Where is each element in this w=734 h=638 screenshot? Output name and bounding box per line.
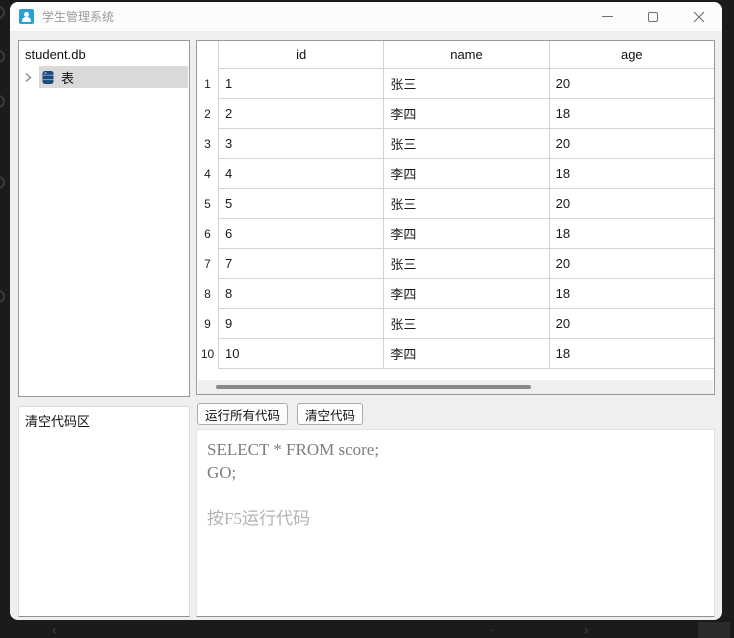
desktop-icon-fragment bbox=[0, 290, 5, 303]
cell-id[interactable]: 10 bbox=[218, 339, 383, 369]
cell-name[interactable]: 张三 bbox=[383, 69, 548, 99]
column-header-age[interactable]: age bbox=[549, 41, 714, 69]
minimize-icon bbox=[602, 16, 613, 17]
close-icon bbox=[693, 11, 705, 23]
cell-name[interactable]: 张三 bbox=[383, 189, 548, 219]
table-rows: 11张三2022李四1833张三2044李四1855张三2066李四1877张三… bbox=[197, 69, 714, 369]
desktop-icon-fragment bbox=[0, 6, 5, 19]
column-header-name[interactable]: name bbox=[383, 41, 548, 69]
cell-id[interactable]: 4 bbox=[218, 159, 383, 189]
clear-code-button[interactable]: 清空代码 bbox=[297, 403, 363, 425]
run-all-code-button[interactable]: 运行所有代码 bbox=[197, 403, 288, 425]
database-tree-panel: student.db 表 bbox=[18, 40, 190, 397]
desktop-icon-fragment bbox=[0, 176, 5, 189]
row-number[interactable]: 4 bbox=[197, 159, 218, 189]
row-number[interactable]: 2 bbox=[197, 99, 218, 129]
title-bar: 学生管理系统 bbox=[10, 2, 722, 32]
taskbar-icon-fragment: · bbox=[490, 623, 494, 636]
cell-age[interactable]: 20 bbox=[549, 189, 714, 219]
code-toolbar: 运行所有代码 清空代码 bbox=[197, 403, 363, 425]
row-number[interactable]: 9 bbox=[197, 309, 218, 339]
cell-name[interactable]: 李四 bbox=[383, 159, 548, 189]
desktop-icon-fragment bbox=[0, 50, 5, 63]
table-row[interactable]: 33张三20 bbox=[197, 129, 714, 159]
close-button[interactable] bbox=[676, 2, 722, 32]
maximize-icon bbox=[648, 12, 658, 22]
cell-id[interactable]: 2 bbox=[218, 99, 383, 129]
table-row[interactable]: 99张三20 bbox=[197, 309, 714, 339]
cell-name[interactable]: 张三 bbox=[383, 309, 548, 339]
message-panel[interactable]: 清空代码区 bbox=[18, 406, 190, 617]
code-line: GO; bbox=[207, 461, 704, 484]
table-row[interactable]: 66李四18 bbox=[197, 219, 714, 249]
window-title: 学生管理系统 bbox=[42, 8, 114, 25]
minimize-button[interactable] bbox=[584, 2, 630, 32]
column-header-id[interactable]: id bbox=[218, 41, 383, 69]
taskbar-icon-fragment bbox=[698, 622, 730, 638]
table-row[interactable]: 44李四18 bbox=[197, 159, 714, 189]
cell-id[interactable]: 3 bbox=[218, 129, 383, 159]
cell-id[interactable]: 9 bbox=[218, 309, 383, 339]
row-number[interactable]: 10 bbox=[197, 339, 218, 369]
result-table: id name age 11张三2022李四1833张三2044李四1855张三… bbox=[196, 40, 715, 395]
cell-age[interactable]: 18 bbox=[549, 159, 714, 189]
code-line: SELECT * FROM score; bbox=[207, 438, 704, 461]
cell-name[interactable]: 李四 bbox=[383, 219, 548, 249]
cell-age[interactable]: 18 bbox=[549, 339, 714, 369]
editor-hint-text: 按F5运行代码 bbox=[207, 507, 704, 530]
table-row[interactable]: 1010李四18 bbox=[197, 339, 714, 369]
cell-age[interactable]: 20 bbox=[549, 129, 714, 159]
code-editor[interactable]: SELECT * FROM score; GO; 按F5运行代码 bbox=[196, 429, 715, 617]
table-header-row: id name age bbox=[197, 41, 714, 69]
message-panel-label: 清空代码区 bbox=[19, 407, 189, 430]
table-row[interactable]: 55张三20 bbox=[197, 189, 714, 219]
table-row[interactable]: 22李四18 bbox=[197, 99, 714, 129]
cell-name[interactable]: 张三 bbox=[383, 249, 548, 279]
maximize-button[interactable] bbox=[630, 2, 676, 32]
row-number[interactable]: 5 bbox=[197, 189, 218, 219]
tree-item-label: 表 bbox=[61, 68, 74, 87]
cell-id[interactable]: 1 bbox=[218, 69, 383, 99]
desktop-icon-fragment bbox=[0, 95, 5, 108]
cell-age[interactable]: 20 bbox=[549, 249, 714, 279]
database-name: student.db bbox=[19, 41, 189, 66]
cell-id[interactable]: 7 bbox=[218, 249, 383, 279]
table-row[interactable]: 77张三20 bbox=[197, 249, 714, 279]
chevron-right-icon[interactable] bbox=[19, 72, 37, 83]
scrollbar-thumb[interactable] bbox=[216, 385, 531, 389]
app-window: 学生管理系统 student.db 表 bbox=[10, 2, 722, 620]
taskbar-icon-fragment: › bbox=[584, 623, 588, 636]
taskbar-icon-fragment: ‹ bbox=[52, 623, 56, 636]
cell-id[interactable]: 8 bbox=[218, 279, 383, 309]
tree-item-tables[interactable]: 表 bbox=[19, 66, 189, 88]
cell-id[interactable]: 6 bbox=[218, 219, 383, 249]
table-row[interactable]: 11张三20 bbox=[197, 69, 714, 99]
row-number[interactable]: 6 bbox=[197, 219, 218, 249]
cell-name[interactable]: 李四 bbox=[383, 339, 548, 369]
header-corner bbox=[197, 41, 218, 69]
app-icon bbox=[19, 9, 34, 24]
cell-age[interactable]: 20 bbox=[549, 309, 714, 339]
window-controls bbox=[584, 2, 722, 32]
cell-name[interactable]: 张三 bbox=[383, 129, 548, 159]
cell-age[interactable]: 18 bbox=[549, 99, 714, 129]
row-number[interactable]: 1 bbox=[197, 69, 218, 99]
database-icon bbox=[41, 70, 55, 85]
cell-name[interactable]: 李四 bbox=[383, 99, 548, 129]
table-row[interactable]: 88李四18 bbox=[197, 279, 714, 309]
row-number[interactable]: 8 bbox=[197, 279, 218, 309]
cell-id[interactable]: 5 bbox=[218, 189, 383, 219]
horizontal-scrollbar[interactable] bbox=[198, 380, 713, 394]
cell-age[interactable]: 20 bbox=[549, 69, 714, 99]
cell-age[interactable]: 18 bbox=[549, 219, 714, 249]
cell-age[interactable]: 18 bbox=[549, 279, 714, 309]
row-number[interactable]: 7 bbox=[197, 249, 218, 279]
cell-name[interactable]: 李四 bbox=[383, 279, 548, 309]
row-number[interactable]: 3 bbox=[197, 129, 218, 159]
